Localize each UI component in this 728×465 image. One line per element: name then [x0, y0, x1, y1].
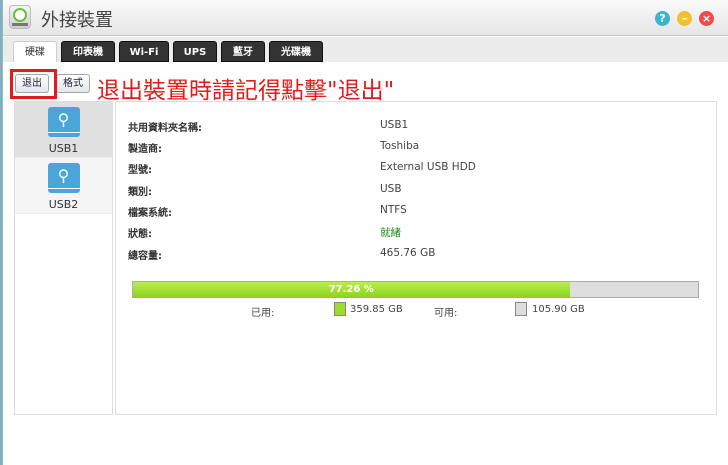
- tab-printer[interactable]: 印表機: [61, 41, 115, 62]
- annotation-text: 退出裝置時請記得點擊"退出": [97, 78, 395, 104]
- device-list: ⚲ USB1 ⚲ USB2: [14, 101, 113, 415]
- detail-label: 狀態:: [128, 229, 152, 240]
- tab-bar: 硬碟 印表機 Wi-Fi UPS 藍牙 光碟機: [3, 37, 728, 62]
- device-label: USB1: [48, 142, 79, 155]
- window-title: 外接裝置: [41, 10, 113, 31]
- eject-highlight-box: [10, 69, 57, 99]
- format-button[interactable]: 格式: [56, 74, 90, 93]
- usage-progress-bar: 77.26 %: [132, 281, 699, 298]
- tab-bluetooth[interactable]: 藍牙: [221, 41, 265, 62]
- detail-label: 型號:: [128, 165, 152, 176]
- close-icon[interactable]: ×: [699, 11, 714, 26]
- tab-wifi[interactable]: Wi-Fi: [119, 41, 169, 62]
- free-swatch: [515, 302, 527, 316]
- detail-label: 共用資料夾名稱:: [128, 123, 202, 134]
- detail-label: 總容量:: [128, 251, 162, 262]
- detail-value: Toshiba: [380, 140, 420, 152]
- detail-value: NTFS: [380, 204, 407, 216]
- app-icon: [9, 5, 31, 29]
- tab-optical[interactable]: 光碟機: [269, 41, 323, 62]
- tab-hdd[interactable]: 硬碟: [13, 41, 57, 62]
- used-swatch: [334, 302, 346, 316]
- free-value: 105.90 GB: [532, 304, 585, 315]
- detail-label: 檔案系統:: [128, 208, 172, 219]
- device-details: 共用資料夾名稱: USB1 製造商: Toshiba 型號: External …: [115, 101, 717, 415]
- status-value: 就緒: [380, 227, 401, 239]
- device-item-usb2[interactable]: ⚲ USB2: [15, 158, 112, 214]
- usb-drive-icon: ⚲: [47, 107, 80, 137]
- detail-value: External USB HDD: [380, 161, 476, 173]
- used-value: 359.85 GB: [350, 304, 403, 315]
- device-item-usb1[interactable]: ⚲ USB1: [15, 102, 112, 158]
- usb-drive-icon: ⚲: [47, 163, 80, 193]
- usage-progress-fill: 77.26 %: [133, 282, 570, 297]
- minimize-icon[interactable]: –: [677, 11, 692, 26]
- help-icon[interactable]: ?: [655, 11, 670, 26]
- used-label: 已用:: [251, 308, 275, 319]
- title-bar: 外接裝置 ? – ×: [3, 0, 728, 36]
- tab-ups[interactable]: UPS: [173, 41, 217, 62]
- detail-value: USB1: [380, 119, 409, 131]
- detail-label: 製造商:: [128, 144, 162, 155]
- device-label: USB2: [48, 198, 79, 211]
- detail-label: 類別:: [128, 187, 152, 198]
- detail-value: 465.76 GB: [380, 247, 436, 259]
- detail-value: USB: [380, 183, 402, 195]
- free-label: 可用:: [434, 308, 458, 319]
- external-devices-window: 外接裝置 ? – × 硬碟 印表機 Wi-Fi UPS 藍牙 光碟機 退出 格式…: [2, 0, 728, 465]
